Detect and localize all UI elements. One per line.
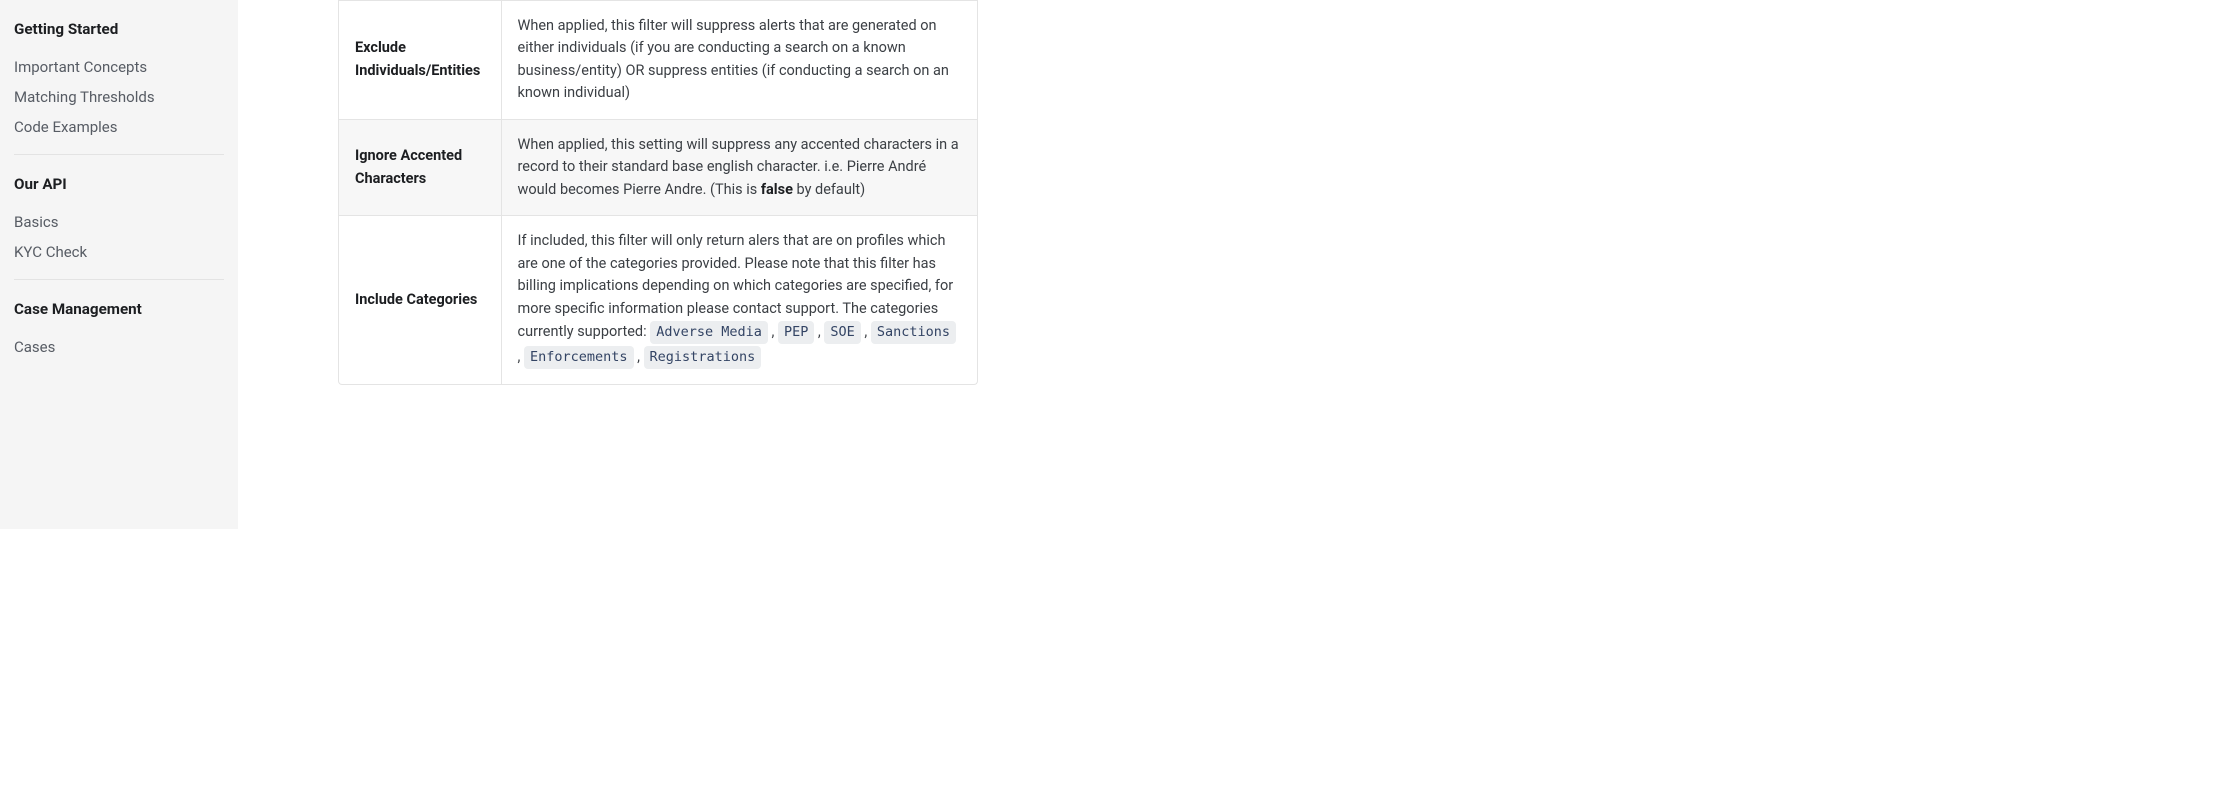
row-desc: If included, this filter will only retur… (501, 216, 977, 384)
row-desc: When applied, this filter will suppress … (501, 1, 977, 120)
sidebar: Getting Started Important Concepts Match… (0, 0, 238, 529)
category-tag: Sanctions (871, 321, 956, 344)
filters-table: Exclude Individuals/Entities When applie… (338, 0, 978, 385)
sidebar-item-important-concepts[interactable]: Important Concepts (14, 52, 224, 82)
sidebar-item-kyc-check[interactable]: KYC Check (14, 237, 224, 267)
row-desc-text: by default) (793, 181, 865, 198)
row-name: Exclude Individuals/Entities (339, 1, 501, 120)
category-tag: Enforcements (524, 346, 634, 369)
row-desc-text: When applied, this setting will suppress… (518, 136, 959, 198)
table-row: Include Categories If included, this fil… (339, 216, 977, 384)
row-desc-bold: false (761, 181, 793, 198)
table-row: Ignore Accented Characters When applied,… (339, 119, 977, 215)
sidebar-group-our-api: Our API Basics KYC Check (14, 154, 224, 279)
sidebar-group-case-management: Case Management Cases (14, 279, 224, 374)
category-tag: Registrations (644, 346, 762, 369)
category-tag: SOE (824, 321, 860, 344)
sidebar-item-matching-thresholds[interactable]: Matching Thresholds (14, 82, 224, 112)
category-tag: PEP (778, 321, 814, 344)
sidebar-heading: Our API (14, 175, 224, 193)
sidebar-heading: Getting Started (14, 20, 224, 38)
main-content: Exclude Individuals/Entities When applie… (238, 0, 1485, 529)
sidebar-heading: Case Management (14, 300, 224, 318)
row-name: Ignore Accented Characters (339, 119, 501, 215)
category-tag: Adverse Media (650, 321, 768, 344)
row-desc-text: When applied, this filter will suppress … (518, 17, 949, 101)
table-row: Exclude Individuals/Entities When applie… (339, 1, 977, 120)
sidebar-item-cases[interactable]: Cases (14, 332, 224, 362)
row-desc: When applied, this setting will suppress… (501, 119, 977, 215)
sidebar-group-getting-started: Getting Started Important Concepts Match… (14, 20, 224, 154)
sidebar-item-code-examples[interactable]: Code Examples (14, 112, 224, 142)
sidebar-item-basics[interactable]: Basics (14, 207, 224, 237)
row-name: Include Categories (339, 216, 501, 384)
